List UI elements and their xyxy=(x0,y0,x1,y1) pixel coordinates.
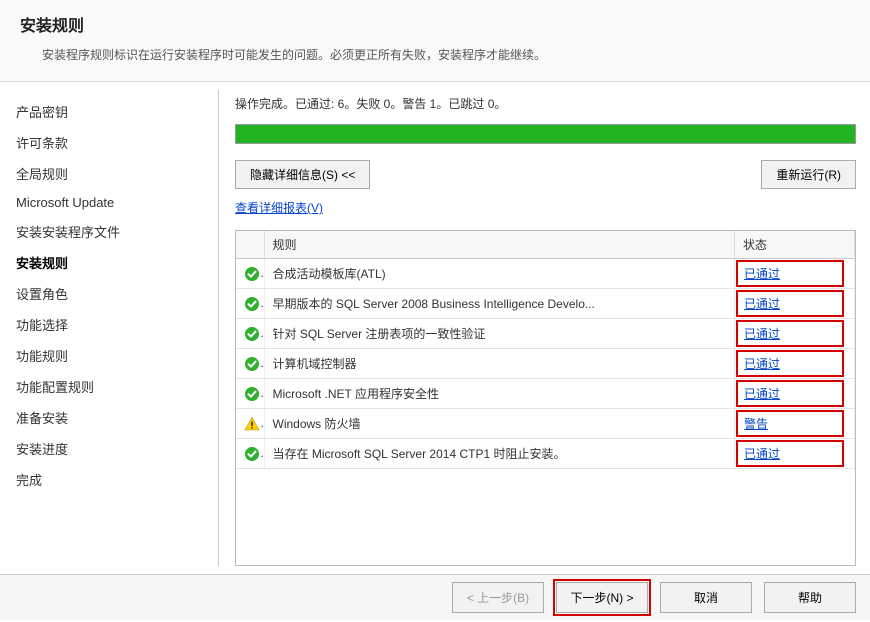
warning-icon xyxy=(244,416,260,432)
page-subtitle: 安装程序规则标识在运行安装程序时可能发生的问题。必须更正所有失败，安装程序才能继… xyxy=(20,46,850,63)
rule-status-cell: 已通过 xyxy=(735,259,855,289)
check-circle-icon xyxy=(244,386,260,402)
page-title: 安装规则 xyxy=(20,12,850,36)
rule-status-icon xyxy=(236,379,264,409)
check-circle-icon xyxy=(244,326,260,342)
rule-status-link[interactable]: 已通过 xyxy=(744,387,780,401)
rule-name: 早期版本的 SQL Server 2008 Business Intellige… xyxy=(264,289,735,319)
wizard-header: 安装规则 安装程序规则标识在运行安装程序时可能发生的问题。必须更正所有失败，安装… xyxy=(0,0,870,82)
rule-name: Windows 防火墙 xyxy=(264,409,735,439)
rule-status-link[interactable]: 已通过 xyxy=(744,327,780,341)
rule-status-cell: 已通过 xyxy=(735,439,855,469)
table-row[interactable]: 早期版本的 SQL Server 2008 Business Intellige… xyxy=(236,289,855,319)
rule-name: 计算机域控制器 xyxy=(264,349,735,379)
sidebar-item-6[interactable]: 设置角色 xyxy=(12,278,218,309)
sidebar-item-11[interactable]: 安装进度 xyxy=(12,433,218,464)
sidebar-item-1[interactable]: 许可条款 xyxy=(12,127,218,158)
rule-name: 合成活动模板库(ATL) xyxy=(264,259,735,289)
rule-status-cell: 已通过 xyxy=(735,349,855,379)
sidebar: 产品密钥许可条款全局规则Microsoft Update安装安装程序文件安装规则… xyxy=(0,82,218,574)
operation-status: 操作完成。已通过: 6。失败 0。警告 1。已跳过 0。 xyxy=(235,95,856,112)
wizard-footer: < 上一步(B) 下一步(N) > 取消 帮助 xyxy=(0,574,870,620)
sidebar-item-7[interactable]: 功能选择 xyxy=(12,309,218,340)
sidebar-item-10[interactable]: 准备安装 xyxy=(12,402,218,433)
rule-status-icon xyxy=(236,439,264,469)
rule-status-cell: 已通过 xyxy=(735,319,855,349)
rule-status-icon xyxy=(236,409,264,439)
rule-status-link[interactable]: 已通过 xyxy=(744,447,780,461)
rule-status-link[interactable]: 已通过 xyxy=(744,297,780,311)
rule-status-icon xyxy=(236,259,264,289)
details-button-row: 隐藏详细信息(S) << 重新运行(R) xyxy=(235,160,856,189)
check-circle-icon xyxy=(244,446,260,462)
back-button[interactable]: < 上一步(B) xyxy=(452,582,544,613)
sidebar-item-0[interactable]: 产品密钥 xyxy=(12,96,218,127)
col-status: 状态 xyxy=(735,231,855,259)
progress-bar xyxy=(235,124,856,144)
sidebar-item-4[interactable]: 安装安装程序文件 xyxy=(12,216,218,247)
table-row[interactable]: 当存在 Microsoft SQL Server 2014 CTP1 时阻止安装… xyxy=(236,439,855,469)
sidebar-item-8[interactable]: 功能规则 xyxy=(12,340,218,371)
rule-name: Microsoft .NET 应用程序安全性 xyxy=(264,379,735,409)
rule-status-cell: 已通过 xyxy=(735,379,855,409)
rules-table: 规则 状态 合成活动模板库(ATL)已通过早期版本的 SQL Server 20… xyxy=(235,230,856,566)
sidebar-item-5[interactable]: 安装规则 xyxy=(12,247,218,278)
cancel-button[interactable]: 取消 xyxy=(660,582,752,613)
report-link-row: 查看详细报表(V) xyxy=(235,199,856,216)
next-button[interactable]: 下一步(N) > xyxy=(556,582,648,613)
sidebar-item-3[interactable]: Microsoft Update xyxy=(12,189,218,216)
wizard-body: 产品密钥许可条款全局规则Microsoft Update安装安装程序文件安装规则… xyxy=(0,82,870,574)
sidebar-item-9[interactable]: 功能配置规则 xyxy=(12,371,218,402)
rule-name: 针对 SQL Server 注册表项的一致性验证 xyxy=(264,319,735,349)
rule-status-icon xyxy=(236,289,264,319)
col-rule: 规则 xyxy=(264,231,735,259)
col-icon xyxy=(236,231,264,259)
table-row[interactable]: 计算机域控制器已通过 xyxy=(236,349,855,379)
main-panel: 操作完成。已通过: 6。失败 0。警告 1。已跳过 0。 隐藏详细信息(S) <… xyxy=(219,82,870,574)
table-row[interactable]: Microsoft .NET 应用程序安全性已通过 xyxy=(236,379,855,409)
rule-status-link[interactable]: 已通过 xyxy=(744,357,780,371)
hide-details-button[interactable]: 隐藏详细信息(S) << xyxy=(235,160,370,189)
check-circle-icon xyxy=(244,266,260,282)
rule-status-link[interactable]: 警告 xyxy=(744,417,768,431)
table-row[interactable]: 针对 SQL Server 注册表项的一致性验证已通过 xyxy=(236,319,855,349)
rule-status-icon xyxy=(236,349,264,379)
rule-name: 当存在 Microsoft SQL Server 2014 CTP1 时阻止安装… xyxy=(264,439,735,469)
rule-status-link[interactable]: 已通过 xyxy=(744,267,780,281)
rule-status-cell: 警告 xyxy=(735,409,855,439)
check-circle-icon xyxy=(244,296,260,312)
sidebar-item-12[interactable]: 完成 xyxy=(12,464,218,495)
rule-status-icon xyxy=(236,319,264,349)
view-report-link[interactable]: 查看详细报表(V) xyxy=(235,201,323,215)
help-button[interactable]: 帮助 xyxy=(764,582,856,613)
rerun-button[interactable]: 重新运行(R) xyxy=(761,160,856,189)
sidebar-item-2[interactable]: 全局规则 xyxy=(12,158,218,189)
rule-status-cell: 已通过 xyxy=(735,289,855,319)
table-row[interactable]: 合成活动模板库(ATL) 已通过 xyxy=(236,259,855,289)
check-circle-icon xyxy=(244,356,260,372)
table-row[interactable]: Windows 防火墙警告 xyxy=(236,409,855,439)
